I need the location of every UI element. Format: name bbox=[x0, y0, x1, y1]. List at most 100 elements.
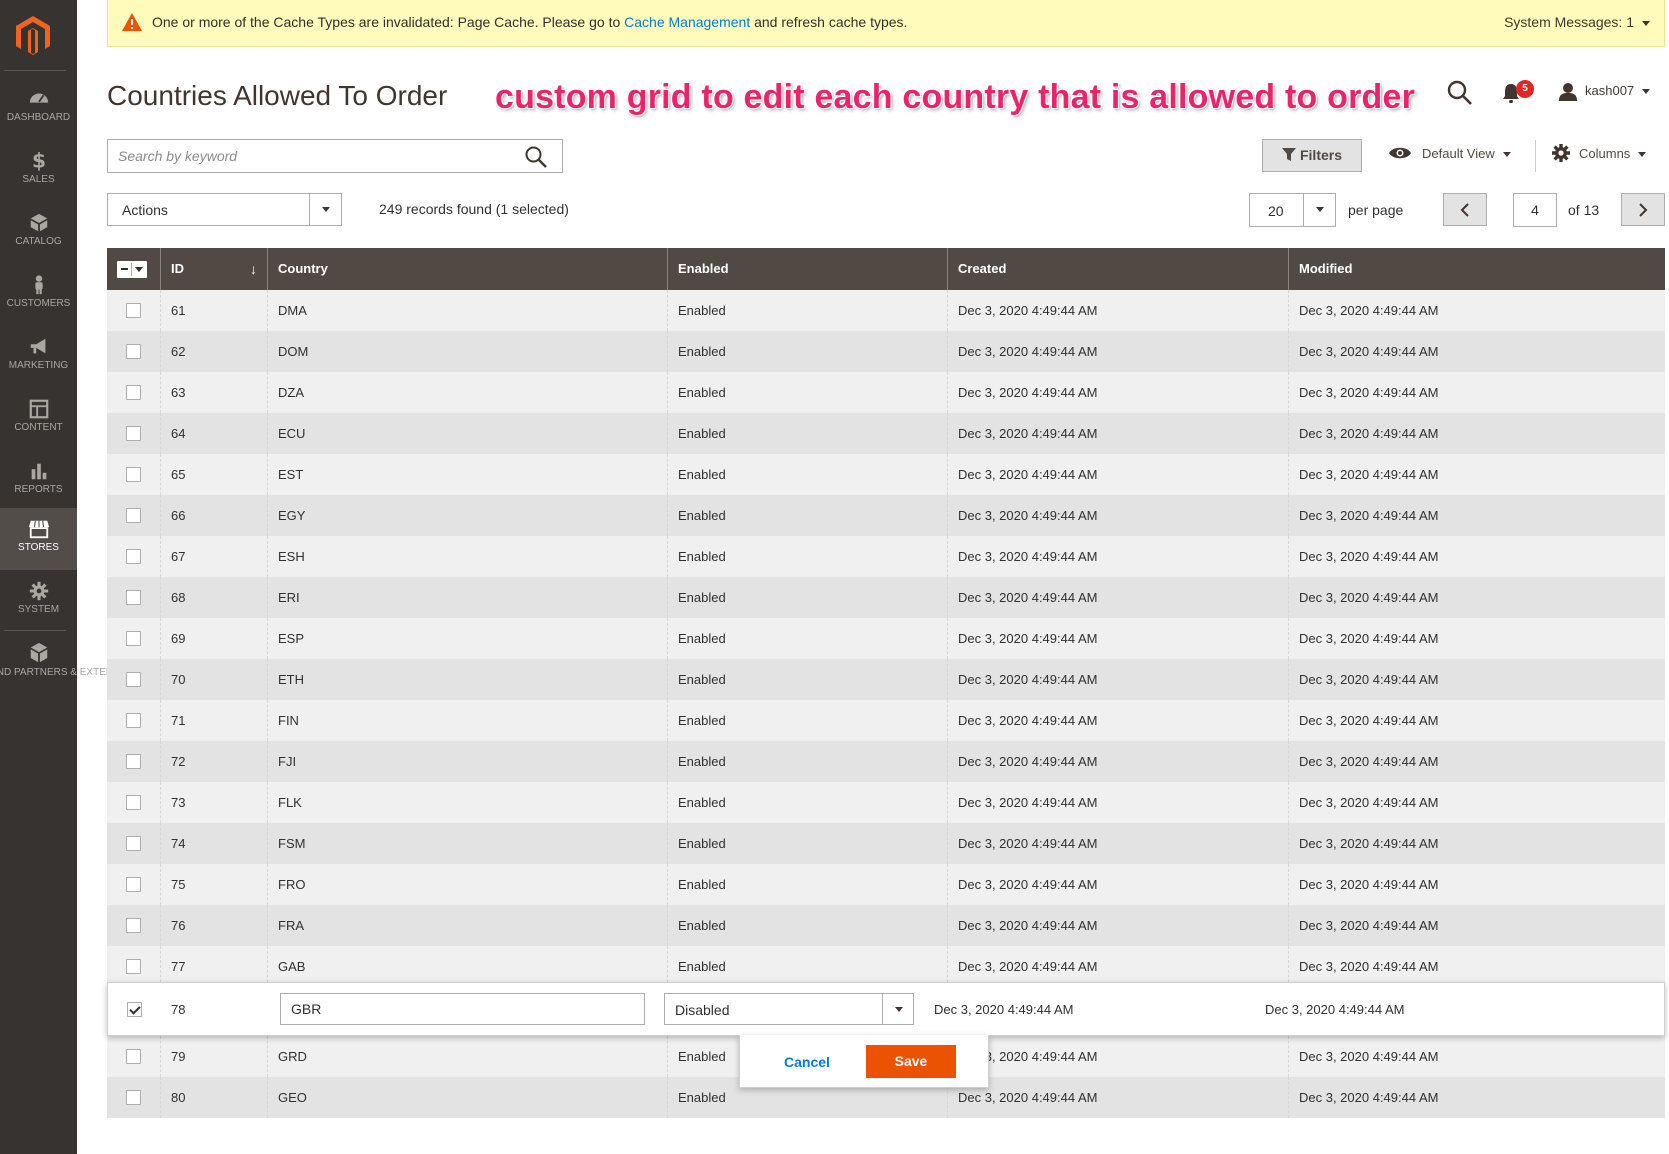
row-checkbox[interactable] bbox=[126, 836, 141, 851]
edit-row-created: Dec 3, 2020 4:49:44 AM bbox=[934, 1002, 1074, 1017]
table-row[interactable]: 69 ESP Enabled Dec 3, 2020 4:49:44 AM Dec 3,… bbox=[107, 618, 1665, 659]
enabled-edit-value: Disabled bbox=[675, 1002, 730, 1018]
cell-country: GRD bbox=[267, 1036, 667, 1077]
column-header-modified[interactable]: Modified bbox=[1288, 248, 1665, 290]
magento-logo-icon[interactable] bbox=[14, 14, 52, 56]
table-row[interactable]: 71 FIN Enabled Dec 3, 2020 4:49:44 AM Dec 3,… bbox=[107, 700, 1665, 741]
row-checkbox[interactable] bbox=[126, 467, 141, 482]
row-checkbox[interactable] bbox=[126, 508, 141, 523]
chevron-left-icon bbox=[1460, 203, 1469, 217]
row-checkbox[interactable] bbox=[126, 426, 141, 441]
sidebar-item-marketing[interactable]: MARKETING bbox=[0, 326, 77, 388]
cell-id: 76 bbox=[160, 905, 267, 946]
table-row[interactable]: 61 DMA Enabled Dec 3, 2020 4:49:44 AM Dec 3,… bbox=[107, 290, 1665, 331]
row-checkbox[interactable] bbox=[126, 713, 141, 728]
table-row[interactable]: 73 FLK Enabled Dec 3, 2020 4:49:44 AM Dec 3,… bbox=[107, 782, 1665, 823]
cell-country: FLK bbox=[267, 782, 667, 823]
cell-created: Dec 3, 2020 4:49:44 AM bbox=[947, 413, 1288, 454]
edit-row-modified: Dec 3, 2020 4:49:44 AM bbox=[1265, 1002, 1405, 1017]
search-submit-icon[interactable] bbox=[524, 145, 548, 169]
table-row[interactable]: 62 DOM Enabled Dec 3, 2020 4:49:44 AM Dec 3,… bbox=[107, 331, 1665, 372]
cell-country: ERI bbox=[267, 577, 667, 618]
row-checkbox[interactable] bbox=[126, 385, 141, 400]
cell-country: ESH bbox=[267, 536, 667, 577]
column-header-created[interactable]: Created bbox=[947, 248, 1288, 290]
row-checkbox[interactable] bbox=[126, 672, 141, 687]
country-edit-input[interactable]: GBR bbox=[280, 993, 645, 1025]
column-header-country[interactable]: Country bbox=[267, 248, 667, 290]
table-row[interactable]: 67 ESH Enabled Dec 3, 2020 4:49:44 AM Dec 3,… bbox=[107, 536, 1665, 577]
save-button[interactable]: Save bbox=[866, 1045, 956, 1078]
cell-id: 72 bbox=[160, 741, 267, 782]
nav-divider bbox=[4, 70, 66, 71]
row-checkbox[interactable] bbox=[126, 918, 141, 933]
admin-user-menu[interactable]: kash007 bbox=[1585, 83, 1651, 98]
sidebar-item-reports[interactable]: REPORTS bbox=[0, 450, 77, 512]
row-checkbox[interactable] bbox=[126, 631, 141, 646]
table-row[interactable]: 70 ETH Enabled Dec 3, 2020 4:49:44 AM Dec 3,… bbox=[107, 659, 1665, 700]
row-checkbox[interactable] bbox=[126, 549, 141, 564]
column-header-id[interactable]: ID ↓ bbox=[160, 248, 267, 290]
sidebar-item-content[interactable]: CONTENT bbox=[0, 388, 77, 450]
sidebar-item-customers[interactable]: CUSTOMERS bbox=[0, 264, 77, 326]
previous-page-button[interactable] bbox=[1443, 193, 1487, 226]
annotation-text: custom grid to edit each country that is… bbox=[495, 78, 1416, 116]
row-checkbox[interactable] bbox=[126, 754, 141, 769]
table-row[interactable]: 63 DZA Enabled Dec 3, 2020 4:49:44 AM Dec 3,… bbox=[107, 372, 1665, 413]
cell-id: 62 bbox=[160, 331, 267, 372]
cell-country: ECU bbox=[267, 413, 667, 454]
enabled-edit-select[interactable]: Disabled bbox=[664, 993, 914, 1025]
sidebar-item-ind[interactable]: IND PARTNERS & EXTENSIONS bbox=[0, 632, 144, 694]
table-row[interactable]: 77 GAB Enabled Dec 3, 2020 4:49:44 AM Dec 3,… bbox=[107, 946, 1665, 987]
table-row[interactable]: 65 EST Enabled Dec 3, 2020 4:49:44 AM Dec 3,… bbox=[107, 454, 1665, 495]
cell-enabled: Enabled bbox=[667, 905, 947, 946]
row-checkbox[interactable] bbox=[126, 590, 141, 605]
row-checkbox[interactable] bbox=[126, 1049, 141, 1064]
row-checkbox[interactable] bbox=[126, 795, 141, 810]
storefront-icon bbox=[28, 520, 49, 539]
table-row[interactable]: 76 FRA Enabled Dec 3, 2020 4:49:44 AM Dec 3,… bbox=[107, 905, 1665, 946]
user-icon[interactable] bbox=[1558, 82, 1578, 102]
row-checkbox[interactable] bbox=[126, 877, 141, 892]
next-page-button[interactable] bbox=[1621, 193, 1665, 226]
per-page-select[interactable]: 20 bbox=[1249, 193, 1336, 227]
row-checkbox[interactable] bbox=[126, 959, 141, 974]
default-view-switcher[interactable]: Default View bbox=[1388, 146, 1511, 161]
row-checkbox[interactable] bbox=[126, 344, 141, 359]
cancel-button[interactable]: Cancel bbox=[784, 1054, 830, 1070]
sidebar-item-sales[interactable]: $ SALES bbox=[0, 140, 77, 202]
row-checkbox[interactable] bbox=[127, 1002, 142, 1017]
cell-id: 73 bbox=[160, 782, 267, 823]
mass-actions-dropdown[interactable]: Actions bbox=[107, 193, 342, 226]
cell-modified: Dec 3, 2020 4:49:44 AM bbox=[1288, 454, 1665, 495]
columns-control[interactable]: Columns bbox=[1551, 144, 1647, 163]
eye-icon bbox=[1389, 147, 1411, 159]
table-row[interactable]: 64 ECU Enabled Dec 3, 2020 4:49:44 AM Dec 3,… bbox=[107, 413, 1665, 454]
table-row[interactable]: 74 FSM Enabled Dec 3, 2020 4:49:44 AM Dec 3,… bbox=[107, 823, 1665, 864]
search-input[interactable] bbox=[108, 140, 508, 172]
system-message-text: One or more of the Cache Types are inval… bbox=[152, 14, 908, 30]
current-page-input[interactable]: 4 bbox=[1513, 193, 1557, 227]
cell-enabled: Enabled bbox=[667, 946, 947, 987]
cache-management-link[interactable]: Cache Management bbox=[624, 14, 750, 30]
row-checkbox[interactable] bbox=[126, 303, 141, 318]
sidebar-item-stores[interactable]: STORES bbox=[0, 508, 77, 570]
filters-button[interactable]: Filters bbox=[1262, 139, 1362, 172]
system-message-bar: One or more of the Cache Types are inval… bbox=[107, 0, 1665, 47]
system-messages-toggle[interactable]: System Messages: 1 bbox=[1504, 14, 1650, 30]
table-row[interactable]: 66 EGY Enabled Dec 3, 2020 4:49:44 AM Dec 3,… bbox=[107, 495, 1665, 536]
person-icon bbox=[34, 275, 43, 295]
chevron-down-icon bbox=[1642, 89, 1651, 95]
mass-select-toggle[interactable] bbox=[117, 261, 147, 278]
table-row[interactable]: 75 FRO Enabled Dec 3, 2020 4:49:44 AM Dec 3,… bbox=[107, 864, 1665, 905]
search-icon[interactable] bbox=[1447, 80, 1473, 106]
sidebar-item-system[interactable]: SYSTEM bbox=[0, 570, 77, 632]
cell-country: FSM bbox=[267, 823, 667, 864]
row-checkbox[interactable] bbox=[126, 1090, 141, 1105]
table-row[interactable]: 68 ERI Enabled Dec 3, 2020 4:49:44 AM Dec 3,… bbox=[107, 577, 1665, 618]
column-header-enabled[interactable]: Enabled bbox=[667, 248, 947, 290]
sidebar-item-dashboard[interactable]: DASHBOARD bbox=[0, 78, 77, 140]
table-row[interactable]: 72 FJI Enabled Dec 3, 2020 4:49:44 AM Dec 3,… bbox=[107, 741, 1665, 782]
sidebar-item-catalog[interactable]: CATALOG bbox=[0, 202, 77, 264]
notification-count-badge[interactable]: 5 bbox=[1516, 80, 1534, 98]
